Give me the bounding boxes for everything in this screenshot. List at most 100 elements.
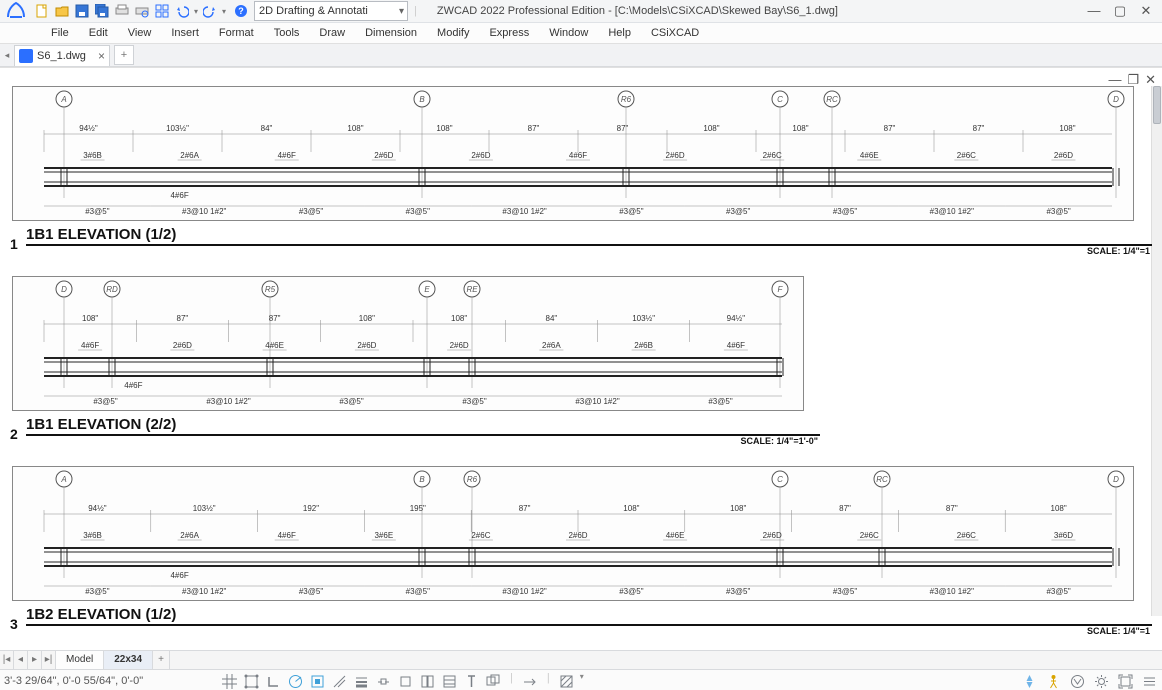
new-icon[interactable] bbox=[34, 3, 50, 19]
svg-text:#3@10 1#2": #3@10 1#2" bbox=[930, 207, 974, 216]
workspace-selector[interactable]: 2D Drafting & Annotati bbox=[254, 1, 408, 21]
svg-text:103½": 103½" bbox=[193, 504, 216, 513]
qp-toggle-icon[interactable] bbox=[440, 672, 458, 690]
settings-icon[interactable] bbox=[1092, 672, 1110, 690]
maximize-button[interactable]: ▢ bbox=[1112, 3, 1128, 19]
svg-text:87": 87" bbox=[617, 124, 629, 133]
svg-text:#3@5": #3@5" bbox=[93, 397, 117, 406]
svg-text:#3@5": #3@5" bbox=[708, 397, 732, 406]
dwg-icon bbox=[19, 49, 33, 63]
svg-text:3#6B: 3#6B bbox=[83, 531, 102, 540]
hatch-toggle-icon[interactable] bbox=[558, 672, 576, 690]
svg-text:4#6E: 4#6E bbox=[666, 531, 685, 540]
plot-icon[interactable] bbox=[114, 3, 130, 19]
snap-toggle-icon[interactable] bbox=[242, 672, 260, 690]
svg-text:87": 87" bbox=[177, 314, 189, 323]
walk-icon[interactable] bbox=[1044, 672, 1062, 690]
menu-view[interactable]: View bbox=[119, 25, 161, 41]
ann-toggle-icon[interactable] bbox=[484, 672, 502, 690]
layout-first[interactable]: |◂ bbox=[0, 651, 14, 669]
saveall-icon[interactable] bbox=[94, 3, 110, 19]
svg-text:#3@5": #3@5" bbox=[299, 207, 323, 216]
new-tab-button[interactable]: + bbox=[114, 45, 134, 65]
layout-tab-active[interactable]: 22x34 bbox=[104, 651, 153, 669]
model-toggle-icon[interactable] bbox=[521, 672, 539, 690]
menu-edit[interactable]: Edit bbox=[80, 25, 117, 41]
svg-text:#3@10 1#2": #3@10 1#2" bbox=[182, 207, 226, 216]
redo-icon[interactable] bbox=[202, 3, 218, 19]
svg-text:#3@10 1#2": #3@10 1#2" bbox=[182, 587, 226, 596]
minimize-button[interactable]: — bbox=[1086, 3, 1102, 19]
svg-text:108": 108" bbox=[792, 124, 808, 133]
svg-text:87": 87" bbox=[528, 124, 540, 133]
hatch-dropdown[interactable]: ▾ bbox=[580, 672, 584, 690]
svg-text:3#6B: 3#6B bbox=[83, 151, 102, 160]
lineweight-toggle-icon[interactable] bbox=[352, 672, 370, 690]
otrack-toggle-icon[interactable] bbox=[330, 672, 348, 690]
elevation-section: ABR6CRCD94½"103½"192"195"87"108"108"87"8… bbox=[6, 466, 1160, 650]
svg-text:4#6F: 4#6F bbox=[170, 571, 188, 580]
layout-tab-add[interactable]: + bbox=[153, 651, 170, 669]
layout-last[interactable]: ▸| bbox=[42, 651, 56, 669]
svg-text:84": 84" bbox=[261, 124, 273, 133]
tpy-toggle-icon[interactable] bbox=[462, 672, 480, 690]
document-tab[interactable]: S6_1.dwg × bbox=[14, 45, 110, 66]
osnap-toggle-icon[interactable] bbox=[308, 672, 326, 690]
svg-text:#3@10 1#2": #3@10 1#2" bbox=[930, 587, 974, 596]
menu-help[interactable]: Help bbox=[599, 25, 640, 41]
menu-window[interactable]: Window bbox=[540, 25, 597, 41]
undo-dropdown[interactable]: ▾ bbox=[194, 7, 198, 16]
ucs-icon[interactable] bbox=[1068, 672, 1086, 690]
svg-text:94½": 94½" bbox=[88, 504, 107, 513]
preview-icon[interactable] bbox=[134, 3, 150, 19]
menu-draw[interactable]: Draw bbox=[310, 25, 354, 41]
grid-toggle-icon[interactable] bbox=[220, 672, 238, 690]
menu-modify[interactable]: Modify bbox=[428, 25, 478, 41]
svg-text:#3@5": #3@5" bbox=[619, 587, 643, 596]
undo-icon[interactable] bbox=[174, 3, 190, 19]
svg-text:D: D bbox=[1113, 95, 1119, 104]
svg-text:108": 108" bbox=[703, 124, 719, 133]
ortho-toggle-icon[interactable] bbox=[264, 672, 282, 690]
drawing-canvas[interactable]: — ❐ ✕ ABR6CRCD94½"103½"84"108"108"87"87"… bbox=[0, 67, 1162, 650]
svg-text:2#6D: 2#6D bbox=[173, 341, 192, 350]
drawing-area[interactable]: ABR6CRCD94½"103½"84"108"108"87"87"108"10… bbox=[6, 86, 1160, 648]
open-icon[interactable] bbox=[54, 3, 70, 19]
tab-close-icon[interactable]: × bbox=[98, 49, 105, 63]
layout-tab-model[interactable]: Model bbox=[56, 651, 104, 669]
section-scale: SCALE: 1/4"=1 bbox=[1087, 626, 1150, 636]
svg-text:RC: RC bbox=[826, 95, 838, 104]
menu-dimension[interactable]: Dimension bbox=[356, 25, 426, 41]
dyninput-toggle-icon[interactable] bbox=[374, 672, 392, 690]
svg-text:84": 84" bbox=[546, 314, 558, 323]
svg-text:108": 108" bbox=[1059, 124, 1075, 133]
menu-tools[interactable]: Tools bbox=[265, 25, 309, 41]
svg-text:?: ? bbox=[238, 6, 244, 16]
menu-express[interactable]: Express bbox=[480, 25, 538, 41]
layout-next[interactable]: ▸ bbox=[28, 651, 42, 669]
section-number: 2 bbox=[10, 426, 18, 442]
menu-csixcad[interactable]: CSiXCAD bbox=[642, 25, 708, 41]
menu-insert[interactable]: Insert bbox=[162, 25, 208, 41]
selcycle-toggle-icon[interactable] bbox=[396, 672, 414, 690]
menu-format[interactable]: Format bbox=[210, 25, 263, 41]
sel-toggle-icon[interactable] bbox=[418, 672, 436, 690]
elevation-section: ABR6CRCD94½"103½"84"108"108"87"87"108"10… bbox=[6, 86, 1160, 284]
svg-text:4#6F: 4#6F bbox=[124, 381, 142, 390]
svg-text:103½": 103½" bbox=[166, 124, 189, 133]
svg-text:RE: RE bbox=[466, 285, 478, 294]
status-more-icon[interactable] bbox=[1140, 672, 1158, 690]
save-icon[interactable] bbox=[74, 3, 90, 19]
polar-toggle-icon[interactable] bbox=[286, 672, 304, 690]
help-icon[interactable]: ? bbox=[234, 4, 248, 18]
menu-file[interactable]: File bbox=[42, 25, 78, 41]
cleanscreen-icon[interactable] bbox=[1116, 672, 1134, 690]
navwheel-icon[interactable] bbox=[1020, 672, 1038, 690]
pattern-icon[interactable] bbox=[154, 3, 170, 19]
svg-text:192": 192" bbox=[303, 504, 319, 513]
svg-text:#3@5": #3@5" bbox=[462, 397, 486, 406]
tab-scroll-left[interactable]: ◂ bbox=[0, 50, 14, 61]
redo-dropdown[interactable]: ▾ bbox=[222, 7, 226, 16]
layout-prev[interactable]: ◂ bbox=[14, 651, 28, 669]
close-button[interactable]: ✕ bbox=[1138, 3, 1154, 19]
